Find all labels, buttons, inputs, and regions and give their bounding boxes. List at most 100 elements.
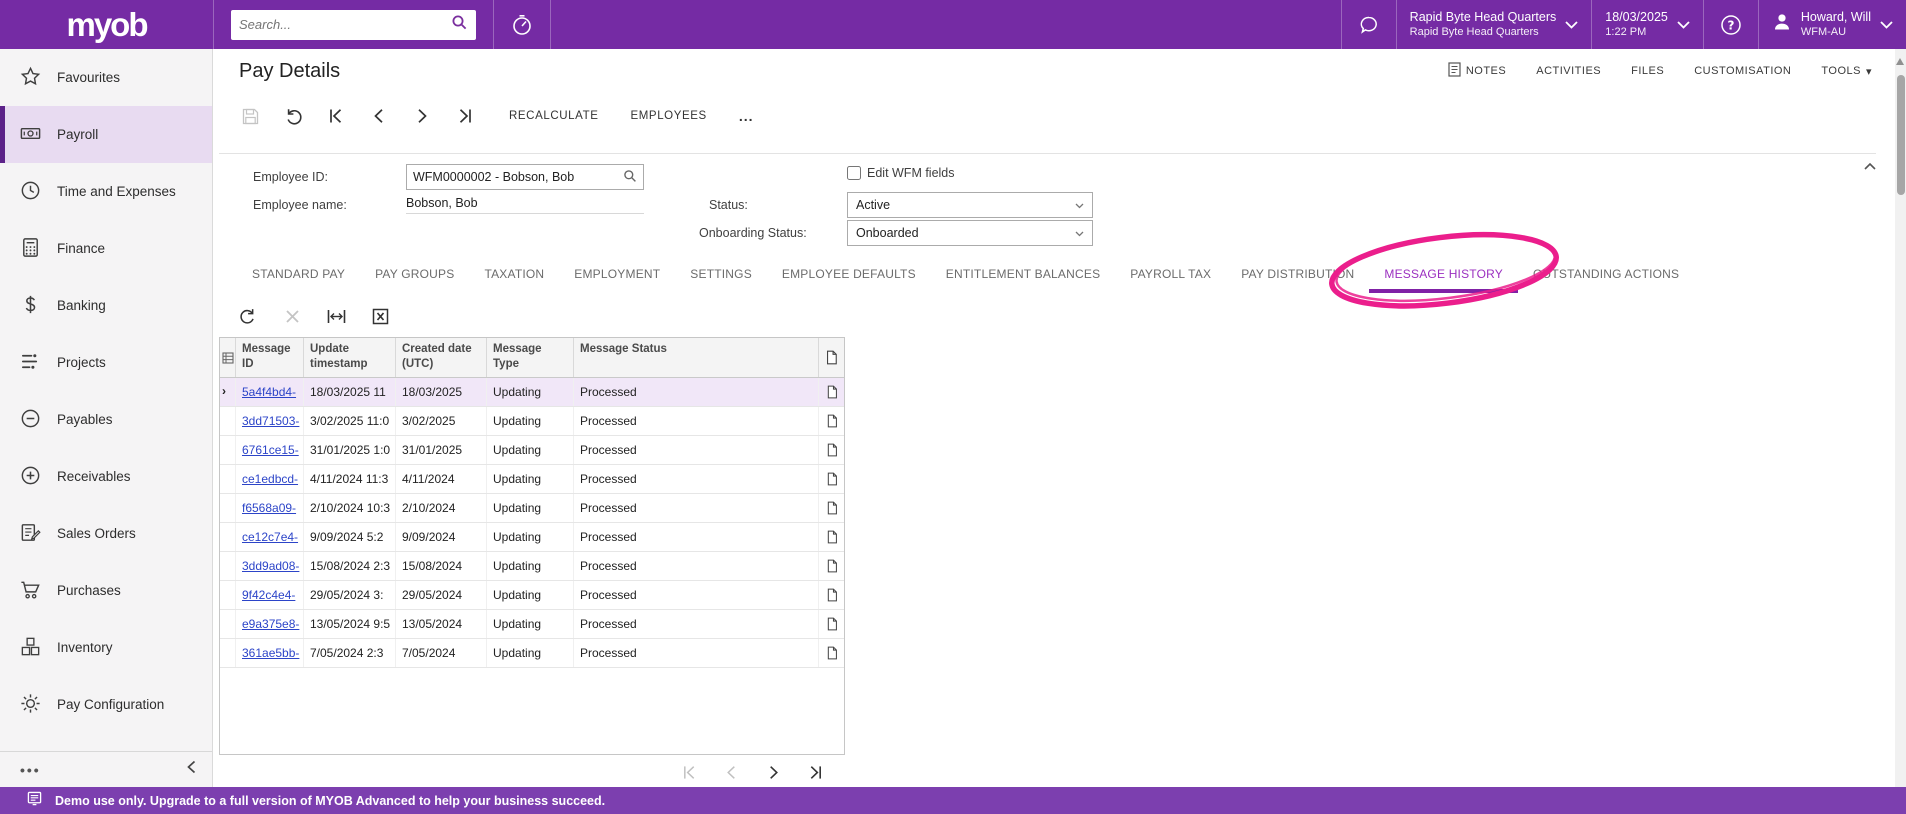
row-selector-cell[interactable]: ›: [220, 378, 236, 406]
update-timestamp-cell[interactable]: 9/09/2024 5:2: [304, 523, 396, 551]
employees-button[interactable]: EMPLOYEES: [614, 110, 722, 122]
table-row[interactable]: 6761ce15- 31/01/2025 1:0 31/01/2025 Upda…: [220, 436, 844, 465]
activities-link[interactable]: ACTIVITIES: [1536, 65, 1601, 77]
message-type-cell[interactable]: Updating: [487, 552, 574, 580]
tab[interactable]: STANDARD PAY: [237, 259, 360, 293]
tab[interactable]: EMPLOYEE DEFAULTS: [767, 259, 931, 293]
row-selector-cell[interactable]: [220, 610, 236, 638]
row-selector-cell[interactable]: [220, 523, 236, 551]
message-id-link[interactable]: 9f42c4e4-: [242, 588, 295, 602]
table-row[interactable]: › 5a4f4bd4- 18/03/2025 11 18/03/2025 Upd…: [220, 378, 844, 407]
update-timestamp-cell[interactable]: 29/05/2024 3:: [304, 581, 396, 609]
edit-wfm-checkbox-input[interactable]: [847, 166, 861, 180]
sidebar-item[interactable]: Finance: [0, 220, 212, 277]
update-timestamp-cell[interactable]: 31/01/2025 1:0: [304, 436, 396, 464]
created-date-cell[interactable]: 3/02/2025: [396, 407, 487, 435]
go-previous-button[interactable]: [364, 103, 394, 129]
message-id-cell[interactable]: 9f42c4e4-: [236, 581, 304, 609]
column-header[interactable]: Message ID: [236, 338, 304, 377]
row-selector-cell[interactable]: [220, 465, 236, 493]
fit-width-icon[interactable]: [325, 305, 347, 327]
sidebar-item[interactable]: Sales Orders: [0, 505, 212, 562]
message-id-link[interactable]: 5a4f4bd4-: [242, 385, 296, 399]
search-input[interactable]: [239, 17, 451, 32]
page-previous-button[interactable]: [724, 765, 739, 780]
tab[interactable]: MESSAGE HISTORY: [1369, 259, 1518, 293]
timesheet-clock-icon[interactable]: [494, 0, 550, 49]
message-id-cell[interactable]: ce1edbcd-: [236, 465, 304, 493]
message-id-link[interactable]: 3dd71503-: [242, 414, 299, 428]
files-link[interactable]: FILES: [1631, 65, 1664, 77]
table-row[interactable]: 3dd71503- 3/02/2025 11:0 3/02/2025 Updat…: [220, 407, 844, 436]
file-icon[interactable]: [819, 639, 844, 667]
export-excel-icon[interactable]: [369, 305, 391, 327]
message-type-cell[interactable]: Updating: [487, 610, 574, 638]
row-selector-cell[interactable]: [220, 552, 236, 580]
sidebar-item[interactable]: Pay Configuration: [0, 676, 212, 733]
table-row[interactable]: 9f42c4e4- 29/05/2024 3: 29/05/2024 Updat…: [220, 581, 844, 610]
message-type-cell[interactable]: Updating: [487, 581, 574, 609]
go-first-button[interactable]: [321, 103, 351, 129]
message-status-cell[interactable]: Processed: [574, 610, 819, 638]
table-row[interactable]: f6568a09- 2/10/2024 10:3 2/10/2024 Updat…: [220, 494, 844, 523]
row-selector-cell[interactable]: [220, 494, 236, 522]
file-icon[interactable]: [819, 552, 844, 580]
message-type-cell[interactable]: Updating: [487, 639, 574, 667]
toolbar-more-button[interactable]: ...: [723, 108, 770, 124]
tab[interactable]: PAY DISTRIBUTION: [1226, 259, 1369, 293]
message-type-cell[interactable]: Updating: [487, 407, 574, 435]
file-icon[interactable]: [819, 465, 844, 493]
message-status-cell[interactable]: Processed: [574, 436, 819, 464]
message-status-cell[interactable]: Processed: [574, 407, 819, 435]
sidebar-item[interactable]: Purchases: [0, 562, 212, 619]
tab[interactable]: ENTITLEMENT BALANCES: [931, 259, 1115, 293]
refresh-icon[interactable]: [237, 305, 259, 327]
update-timestamp-cell[interactable]: 7/05/2024 2:3: [304, 639, 396, 667]
update-timestamp-cell[interactable]: 2/10/2024 10:3: [304, 494, 396, 522]
message-id-cell[interactable]: ce12c7e4-: [236, 523, 304, 551]
global-search[interactable]: [231, 10, 476, 40]
page-first-button[interactable]: [682, 765, 697, 780]
created-date-cell[interactable]: 13/05/2024: [396, 610, 487, 638]
employee-id-input[interactable]: [413, 170, 623, 184]
user-menu[interactable]: Howard, Will WFM-AU: [1759, 0, 1906, 49]
sidebar-item[interactable]: Payroll: [0, 106, 212, 163]
created-date-cell[interactable]: 2/10/2024: [396, 494, 487, 522]
message-status-cell[interactable]: Processed: [574, 378, 819, 406]
status-select[interactable]: Active: [847, 192, 1093, 218]
sidebar-item[interactable]: Receivables: [0, 448, 212, 505]
tab[interactable]: PAYROLL TAX: [1115, 259, 1226, 293]
message-id-link[interactable]: 6761ce15-: [242, 443, 299, 457]
message-type-cell[interactable]: Updating: [487, 465, 574, 493]
column-header[interactable]: Message Status: [574, 338, 819, 377]
update-timestamp-cell[interactable]: 4/11/2024 11:3: [304, 465, 396, 493]
scrollbar-up-arrow[interactable]: [1896, 58, 1904, 65]
sidebar-collapse-icon[interactable]: [186, 760, 196, 779]
message-status-cell[interactable]: Processed: [574, 523, 819, 551]
sidebar-item[interactable]: Banking: [0, 277, 212, 334]
message-status-cell[interactable]: Processed: [574, 552, 819, 580]
file-icon[interactable]: [819, 378, 844, 406]
update-timestamp-cell[interactable]: 3/02/2025 11:0: [304, 407, 396, 435]
message-id-link[interactable]: f6568a09-: [242, 501, 296, 515]
created-date-cell[interactable]: 18/03/2025: [396, 378, 487, 406]
message-status-cell[interactable]: Processed: [574, 639, 819, 667]
tab[interactable]: SETTINGS: [675, 259, 767, 293]
lookup-icon[interactable]: [623, 169, 637, 186]
employee-id-field[interactable]: [406, 164, 644, 190]
file-icon[interactable]: [819, 523, 844, 551]
message-id-link[interactable]: ce1edbcd-: [242, 472, 298, 486]
created-date-cell[interactable]: 7/05/2024: [396, 639, 487, 667]
vertical-scrollbar[interactable]: [1895, 49, 1906, 787]
search-icon[interactable]: [451, 14, 468, 36]
message-type-cell[interactable]: Updating: [487, 378, 574, 406]
message-id-cell[interactable]: e9a375e8-: [236, 610, 304, 638]
edit-wfm-checkbox[interactable]: Edit WFM fields: [847, 166, 955, 180]
company-selector[interactable]: Rapid Byte Head Quarters Rapid Byte Head…: [1397, 0, 1592, 49]
cancel-icon[interactable]: [281, 305, 303, 327]
file-icon[interactable]: [819, 436, 844, 464]
collapse-panel-chevron[interactable]: [1860, 153, 1880, 179]
table-row[interactable]: 3dd9ad08- 15/08/2024 2:3 15/08/2024 Upda…: [220, 552, 844, 581]
undo-button[interactable]: [278, 103, 308, 129]
row-selector-cell[interactable]: [220, 407, 236, 435]
